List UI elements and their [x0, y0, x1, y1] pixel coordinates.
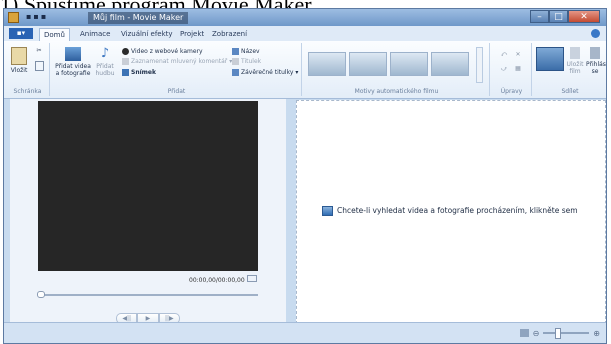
quick-access-toolbar[interactable]: ▪▪▪ — [26, 12, 66, 23]
theme-thumbnail[interactable] — [308, 52, 346, 76]
caption-button[interactable]: Titulek — [232, 57, 261, 66]
video-preview[interactable] — [38, 101, 258, 271]
paste-button[interactable]: Vložit — [8, 47, 30, 74]
clipboard-group-label: Schránka — [13, 88, 42, 95]
window-title: Můj film - Movie Maker — [88, 12, 189, 24]
movie-maker-window: ▪▪▪ Můj film - Movie Maker – □ ✕ ▪▾ Domů… — [3, 8, 607, 344]
add-group-label: Přidat — [167, 88, 186, 95]
title-icon — [232, 48, 239, 55]
rotate-left-button[interactable]: ⤺ — [498, 51, 510, 58]
maximize-button[interactable]: □ — [549, 10, 568, 23]
app-icon[interactable] — [8, 12, 19, 23]
rotate-right-icon: ⤻ — [500, 65, 508, 72]
tab-animations[interactable]: Animace — [76, 28, 114, 41]
file-menu-button[interactable]: ▪▾ — [9, 28, 33, 39]
timecode: 00:00,00/00:00,00 — [189, 277, 245, 284]
close-button[interactable]: ✕ — [568, 10, 600, 23]
select-all-icon: ▦ — [515, 65, 521, 72]
zoom-slider[interactable] — [543, 328, 590, 339]
microphone-icon — [122, 58, 129, 65]
user-icon — [590, 47, 600, 59]
zoom-in-icon[interactable]: ⊕ — [593, 329, 600, 338]
ribbon-tabs: ▪▾ Domů Animace Vizuální efekty Projekt … — [4, 26, 606, 42]
scissors-icon: ✂ — [36, 47, 42, 54]
title-label: Název — [241, 48, 260, 55]
add-videos-photos-label: Přidat videa a fotografie — [55, 63, 91, 77]
caption-icon — [232, 58, 239, 65]
tab-project[interactable]: Projekt — [176, 28, 208, 41]
editing-group: ⤺ ✕ ⤻ ▦ Úpravy — [492, 43, 532, 96]
browse-hint-label: Chcete-li vyhledat videa a fotografie pr… — [337, 206, 578, 215]
save-movie-icon — [570, 47, 580, 59]
record-narration-label: Zaznamenat mluvený komentář — [131, 58, 228, 65]
add-group: Přidat videa a fotografie ♪ Přidat hudbu… — [52, 43, 302, 96]
ribbon: Vložit ✂ Schránka Přidat videa a fotogra… — [4, 41, 606, 99]
seek-thumb[interactable] — [37, 291, 45, 298]
webcam-video-label: Video z webové kamery — [131, 48, 203, 55]
title-bar: ▪▪▪ Můj film - Movie Maker – □ ✕ — [4, 9, 606, 26]
webcam-icon — [122, 48, 129, 55]
automovie-themes-group: Motivy automatického filmu — [304, 43, 490, 96]
zoom-controls: ⊖ ⊕ — [519, 328, 600, 339]
tab-view[interactable]: Zobrazení — [208, 28, 251, 41]
snapshot-label: Snímek — [131, 69, 156, 76]
zoom-slider-thumb[interactable] — [555, 328, 562, 339]
share-gallery-button[interactable] — [536, 47, 564, 73]
thumbnail-size-icon[interactable] — [519, 329, 529, 337]
paste-label: Vložit — [10, 67, 28, 74]
snapshot-button[interactable]: Snímek — [122, 68, 156, 77]
tab-home[interactable]: Domů — [39, 28, 70, 42]
tab-visual-effects[interactable]: Vizuální efekty — [117, 28, 177, 41]
photo-icon — [322, 206, 333, 216]
record-narration-button[interactable]: Zaznamenat mluvený komentář ▾ — [122, 57, 232, 66]
film-photo-icon — [65, 47, 81, 61]
clipboard-group: Vložit ✂ Schránka — [6, 43, 50, 96]
add-music-button[interactable]: ♪ Přidat hudbu — [94, 46, 116, 78]
add-music-label: Přidat hudbu — [95, 63, 115, 77]
share-group-label: Sdílet — [561, 88, 579, 95]
theme-thumbnail[interactable] — [349, 52, 387, 76]
automovie-themes-label: Motivy automatického filmu — [354, 88, 439, 95]
copy-button[interactable] — [34, 61, 44, 73]
seek-bar[interactable] — [40, 294, 258, 296]
copy-icon — [34, 61, 44, 71]
remove-icon: ✕ — [515, 51, 521, 58]
theme-gallery — [308, 46, 474, 84]
snapshot-icon — [122, 69, 129, 76]
credits-button[interactable]: Závěrečné titulky ▾ — [232, 68, 298, 77]
cut-button[interactable]: ✂ — [34, 47, 44, 54]
storyboard-pane[interactable]: Chcete-li vyhledat videa a fotografie pr… — [296, 100, 606, 324]
status-bar: ⊖ ⊕ — [4, 322, 606, 343]
rotate-right-button[interactable]: ⤻ — [498, 65, 510, 72]
credits-icon — [232, 69, 239, 76]
select-all-button[interactable]: ▦ — [512, 65, 524, 72]
clipboard-icon — [11, 47, 27, 65]
zoom-out-icon[interactable]: ⊖ — [533, 329, 540, 338]
cloud-icon — [536, 47, 564, 71]
fullscreen-button[interactable] — [247, 275, 257, 282]
sign-in-button[interactable]: Přihlásit se — [586, 47, 606, 75]
credits-label: Závěrečné titulky — [241, 69, 294, 76]
save-movie-label: Uložit film — [566, 61, 584, 75]
window-controls: – □ ✕ — [530, 10, 600, 23]
theme-thumbnail[interactable] — [431, 52, 469, 76]
title-button[interactable]: Název — [232, 47, 260, 56]
minimize-button[interactable]: – — [530, 10, 549, 23]
rotate-left-icon: ⤺ — [500, 51, 508, 58]
gallery-scroll-button[interactable] — [476, 47, 483, 83]
add-videos-photos-button[interactable]: Přidat videa a fotografie — [54, 47, 92, 77]
sign-in-label: Přihlásit se — [586, 61, 606, 75]
caption-label: Titulek — [241, 58, 262, 65]
editing-group-label: Úpravy — [500, 88, 523, 95]
browse-hint[interactable]: Chcete-li vyhledat videa a fotografie pr… — [322, 206, 578, 216]
webcam-video-button[interactable]: Video z webové kamery — [122, 47, 203, 56]
share-group: Uložit film Přihlásit se Sdílet — [534, 43, 606, 96]
save-movie-button[interactable]: Uložit film — [566, 47, 584, 75]
help-icon[interactable] — [591, 29, 600, 38]
remove-button[interactable]: ✕ — [512, 51, 524, 58]
theme-thumbnail[interactable] — [390, 52, 428, 76]
music-note-icon: ♪ — [100, 46, 110, 61]
